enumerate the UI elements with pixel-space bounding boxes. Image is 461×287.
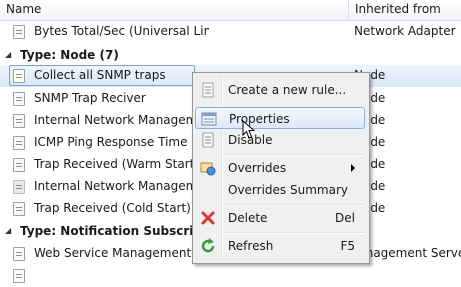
menu-separator [224,232,364,234]
delete-icon [201,211,215,225]
rule-name: Internal Network Management [34,179,209,193]
menu-item-shortcut: F5 [340,239,355,253]
document-icon [202,132,214,148]
rule-icon [13,136,25,150]
rule-icon [13,114,25,128]
collapse-triangle-icon[interactable]: ◢ [5,50,11,59]
rule-name: Trap Received (Warm Start) [34,157,200,171]
menu-item-delete[interactable]: Delete Del [195,207,365,229]
menu-item-overrides-summary[interactable]: Overrides Summary [195,179,365,201]
list-item-partial[interactable] [0,265,461,287]
rule-name: Bytes Total/Sec (Universal Linux) [34,24,209,38]
group-label: Type: Node (7) [20,48,119,62]
menu-item-label: Create a new rule... [228,83,347,97]
rule-name: Collect all SNMP traps [34,68,166,82]
rule-icon [13,247,25,261]
column-header: Name Inherited from [0,0,461,21]
column-divider[interactable] [348,0,349,20]
rule-name: Trap Received (Cold Start) [34,201,191,215]
overrides-icon [200,162,216,176]
menu-item-label: Overrides [228,161,287,175]
rule-icon [13,69,25,83]
menu-separator [224,204,364,206]
menu-item-label: Properties [229,112,290,126]
rule-icon [13,269,25,283]
menu-item-shortcut: Del [335,211,355,225]
rule-icon [13,158,25,172]
mouse-cursor-icon [242,120,256,139]
menu-item-properties[interactable]: Properties [195,107,365,129]
menu-item-label: Refresh [228,239,274,253]
rule-icon [13,25,25,39]
menu-item-label: Overrides Summary [228,183,348,197]
properties-icon [201,112,217,126]
menu-item-disable[interactable]: Disable [195,129,365,151]
context-menu: Create a new rule... Properties Disable … [192,72,370,264]
rule-disabled-icon [13,180,25,194]
menu-separator [224,154,364,156]
column-inherited-header[interactable]: Inherited from [355,2,441,16]
menu-item-refresh[interactable]: Refresh F5 [195,235,365,257]
rule-icon [13,202,25,216]
menu-item-label: Delete [228,211,268,225]
refresh-icon [201,238,215,253]
rule-name: Web Service Management: Ve [34,246,209,260]
rule-name: ICMP Ping Response Time [34,135,188,149]
group-header-node[interactable]: ◢ Type: Node (7) [0,45,461,65]
list-item[interactable]: Bytes Total/Sec (Universal Linux) Networ… [0,21,461,43]
collapse-triangle-icon[interactable]: ◢ [5,226,11,235]
rule-name: SNMP Trap Reciver [34,91,146,105]
rule-name: Internal Network Management [34,113,209,127]
rule-inherited-from: Network Adapter [354,24,456,38]
document-icon [202,82,214,98]
rule-icon [13,92,25,106]
menu-item-overrides[interactable]: Overrides [195,157,365,179]
submenu-arrow-icon [351,164,355,172]
column-name-header[interactable]: Name [6,2,41,16]
menu-item-create-rule[interactable]: Create a new rule... [195,79,365,101]
